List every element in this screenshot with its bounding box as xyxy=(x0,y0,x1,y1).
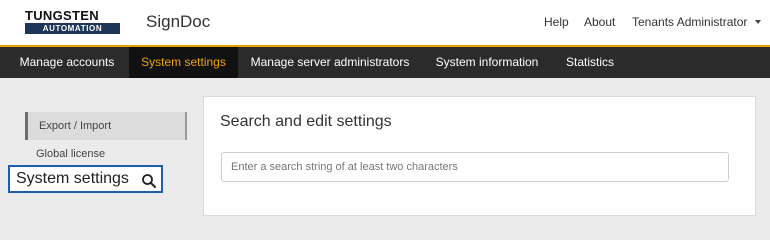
magnifier-icon[interactable] xyxy=(141,173,157,189)
sidebar-item-export-import[interactable]: Export / Import xyxy=(25,112,187,140)
nav-statistics[interactable]: Statistics xyxy=(555,47,625,78)
chevron-down-icon[interactable] xyxy=(755,20,761,24)
logo-subtitle: AUTOMATION xyxy=(25,23,120,34)
about-link[interactable]: About xyxy=(584,15,615,29)
help-link[interactable]: Help xyxy=(544,15,569,29)
nav-manage-accounts[interactable]: Manage accounts xyxy=(8,47,126,78)
nav-system-information[interactable]: System information xyxy=(425,47,549,78)
settings-panel: Search and edit settings xyxy=(203,96,756,216)
system-settings-search-callout[interactable]: System settings xyxy=(8,165,163,193)
logo-wordmark: TUNGSTEN xyxy=(25,8,99,23)
top-header: TUNGSTEN AUTOMATION SignDoc Help About T… xyxy=(0,0,770,45)
user-menu[interactable]: Tenants Administrator xyxy=(632,15,747,29)
nav-manage-server-administrators[interactable]: Manage server administrators xyxy=(241,47,419,78)
callout-label: System settings xyxy=(16,170,129,187)
app-name: SignDoc xyxy=(146,12,211,31)
tungsten-logo[interactable]: TUNGSTEN AUTOMATION xyxy=(25,8,120,34)
main-navbar: Manage accounts System settings Manage s… xyxy=(0,47,770,78)
settings-search-input[interactable] xyxy=(221,152,729,182)
nav-system-settings[interactable]: System settings xyxy=(129,47,238,78)
panel-title: Search and edit settings xyxy=(220,113,392,130)
sidebar-item-global-license[interactable]: Global license xyxy=(25,140,187,168)
